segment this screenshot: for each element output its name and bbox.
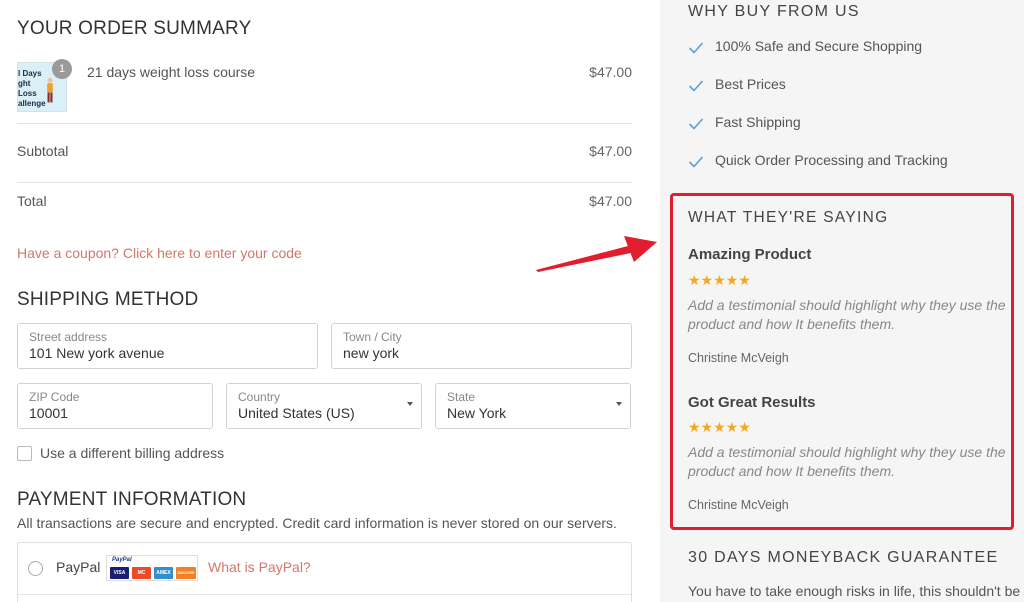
- shipping-method-title: SHIPPING METHOD: [17, 289, 199, 310]
- paypal-logo: PayPal: [112, 557, 132, 563]
- payment-information-title: PAYMENT INFORMATION: [17, 489, 247, 510]
- item-name: 21 days weight loss course: [87, 64, 256, 80]
- zip-code-value: 10001: [29, 405, 68, 421]
- annotation-arrow: [536, 236, 657, 272]
- chevron-down-icon: [616, 402, 622, 406]
- divider: [18, 594, 631, 595]
- subtotal-value: $47.00: [589, 143, 632, 159]
- subtotal-label: Subtotal: [17, 143, 69, 159]
- checkout-main: YOUR ORDER SUMMARY l Days ght Loss allen…: [0, 0, 660, 602]
- checkmark-icon: [688, 118, 704, 130]
- quantity-badge: 1: [52, 59, 72, 79]
- checkmark-icon: [688, 156, 704, 168]
- country-label: Country: [238, 390, 281, 404]
- country-value: United States (US): [238, 405, 355, 421]
- guarantee-text: You have to take enough risks in life, t…: [688, 583, 1021, 599]
- why-item-label: 100% Safe and Secure Shopping: [715, 38, 923, 54]
- coupon-link[interactable]: Have a coupon? Click here to enter your …: [17, 245, 302, 261]
- thumbnail-figure-icon: [47, 77, 53, 103]
- city-value: new york: [343, 345, 400, 361]
- different-billing-checkbox[interactable]: [17, 446, 32, 461]
- different-billing-label[interactable]: Use a different billing address: [40, 445, 224, 461]
- order-summary-title: YOUR ORDER SUMMARY: [17, 18, 252, 39]
- state-label: State: [447, 390, 476, 404]
- what-is-paypal-link[interactable]: What is PayPal?: [208, 559, 311, 575]
- testimonials-highlight-box: [670, 193, 1014, 530]
- zip-code-label: ZIP Code: [29, 390, 80, 404]
- total-label: Total: [17, 193, 47, 209]
- city-label: Town / City: [343, 330, 402, 344]
- street-address-field[interactable]: Street address 101 New york avenue: [17, 323, 318, 369]
- chevron-down-icon: [407, 402, 413, 406]
- country-select[interactable]: Country United States (US): [226, 383, 422, 429]
- why-item-label: Quick Order Processing and Tracking: [715, 152, 948, 168]
- checkmark-icon: [688, 80, 704, 92]
- street-address-value: 101 New york avenue: [29, 345, 165, 361]
- thumbnail-text: l Days ght Loss allenge: [18, 69, 46, 108]
- item-price: $47.00: [589, 64, 632, 80]
- amex-icon: AMEX: [154, 567, 173, 579]
- state-select[interactable]: State New York: [435, 383, 631, 429]
- payment-security-note: All transactions are secure and encrypte…: [17, 515, 617, 531]
- city-field[interactable]: Town / City new york: [331, 323, 632, 369]
- street-address-label: Street address: [29, 330, 108, 344]
- mastercard-icon: MC: [132, 567, 151, 579]
- state-value: New York: [447, 405, 507, 421]
- zip-code-field[interactable]: ZIP Code 10001: [17, 383, 213, 429]
- paypal-radio[interactable]: [28, 561, 43, 576]
- total-value: $47.00: [589, 193, 632, 209]
- paypal-label[interactable]: PayPal: [56, 559, 100, 575]
- why-item-label: Fast Shipping: [715, 114, 801, 130]
- why-buy-title: WHY BUY FROM US: [688, 3, 860, 20]
- discover-icon: DISCOVER: [176, 567, 196, 579]
- why-item-label: Best Prices: [715, 76, 786, 92]
- visa-icon: VISA: [110, 567, 129, 579]
- divider: [17, 123, 632, 124]
- payment-options: PayPal PayPal VISA MC AMEX DISCOVER What…: [17, 542, 632, 602]
- divider: [17, 182, 632, 183]
- checkmark-icon: [688, 42, 704, 54]
- paypal-card-logos: PayPal VISA MC AMEX DISCOVER: [106, 555, 198, 581]
- guarantee-title: 30 DAYS MONEYBACK GUARANTEE: [688, 549, 999, 566]
